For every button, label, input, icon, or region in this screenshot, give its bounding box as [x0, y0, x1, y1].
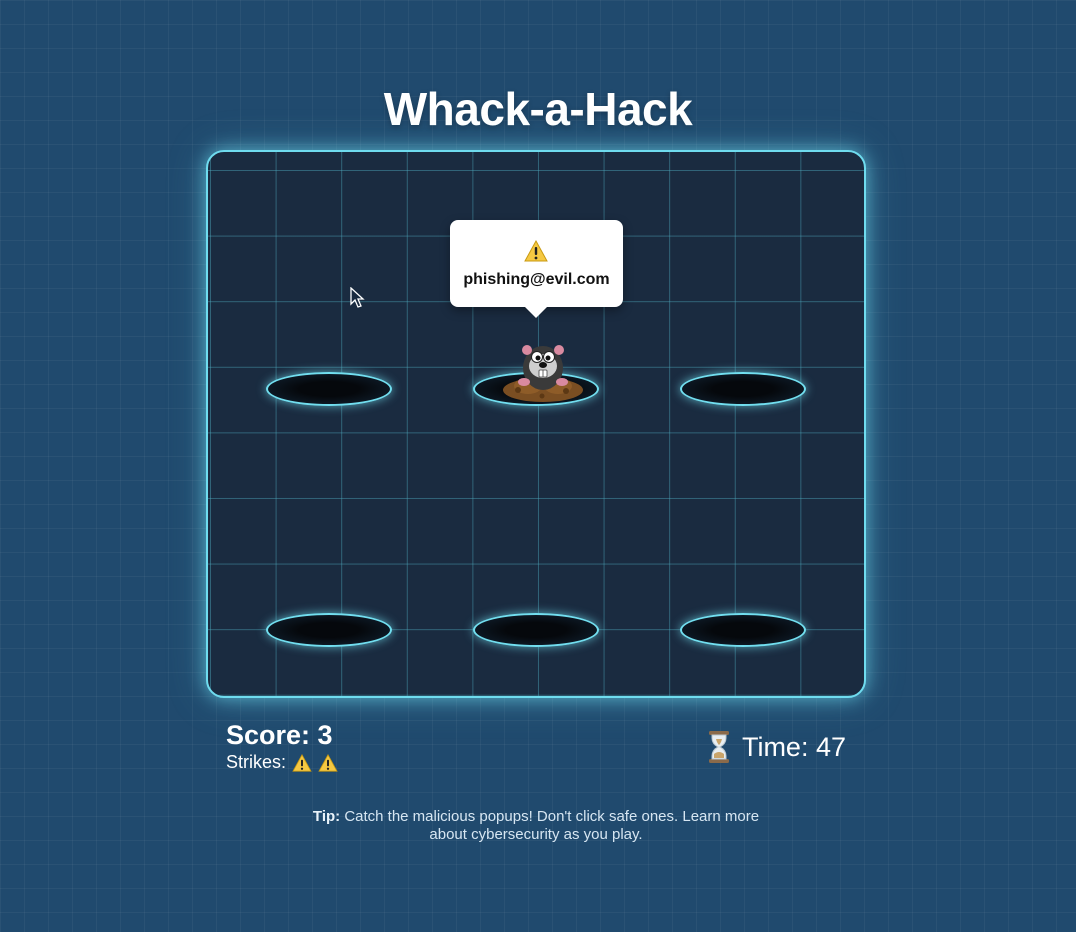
hole-5[interactable] [473, 613, 599, 647]
tip-text: Tip: Catch the malicious popups! Don't c… [310, 808, 762, 844]
strikes-label: Strikes: [226, 752, 287, 772]
game-board: phishing@evil.com [206, 150, 866, 698]
strikes-display: Strikes: [226, 752, 338, 773]
score-display: Score: 3 [226, 720, 333, 750]
tip-prefix: Tip: [312, 808, 341, 825]
popup-text: phishing@evil.com [463, 271, 610, 288]
warning-icon [318, 753, 338, 772]
hole-4[interactable] [266, 613, 392, 647]
hourglass-icon [708, 731, 729, 763]
warning-icon [292, 753, 312, 772]
threat-popup[interactable]: phishing@evil.com [450, 220, 623, 318]
hole-3[interactable] [680, 372, 806, 406]
timer-display: Time: 47 [706, 730, 846, 764]
tip-body: Catch the malicious popups! Don't click … [344, 808, 760, 843]
mouse-cursor-icon [350, 287, 365, 308]
hole-1[interactable] [266, 372, 392, 406]
mole-character[interactable] [498, 338, 588, 404]
warning-icon [524, 240, 548, 262]
hole-6[interactable] [680, 613, 806, 647]
time-label: Time: 47 [741, 731, 846, 762]
game-title: Whack-a-Hack [383, 83, 693, 135]
